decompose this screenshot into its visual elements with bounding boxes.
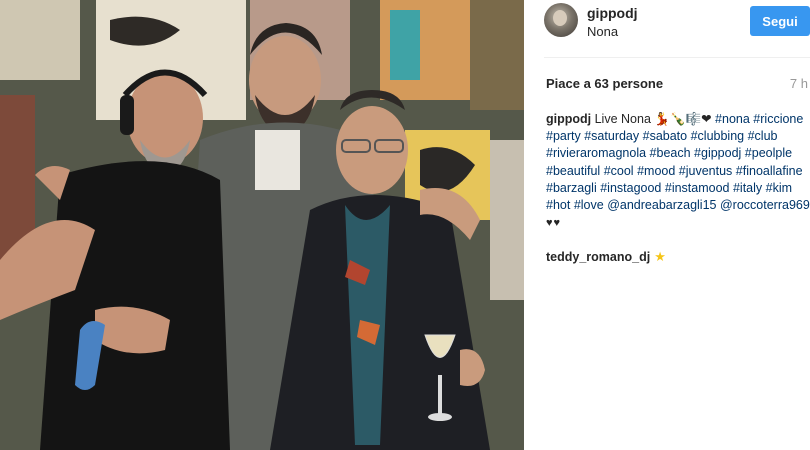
header-username[interactable]: gippodj <box>587 5 638 21</box>
post-time[interactable]: 7 h <box>790 76 808 91</box>
hashtag-link[interactable]: #finoallafine <box>736 164 803 178</box>
likes-count[interactable]: Piace a 63 persone <box>546 76 663 91</box>
hashtag-link[interactable]: #love <box>574 198 604 212</box>
header-divider <box>544 57 810 58</box>
hashtag-link[interactable]: #club <box>748 129 778 143</box>
hashtag-link[interactable]: #barzagli <box>546 181 597 195</box>
post-header: gippodj Nona Segui <box>524 0 810 50</box>
post-side-panel: gippodj Nona Segui Piace a 63 persone 7 … <box>524 0 810 450</box>
star-icon: ★ <box>654 249 666 264</box>
caption-tags: #nona #riccione #party #saturday #sabato… <box>546 112 810 212</box>
mention-link[interactable]: @roccoterra969 <box>720 198 810 212</box>
hashtag-link[interactable]: #sabato <box>643 129 687 143</box>
hashtag-link[interactable]: #mood <box>637 164 675 178</box>
comment: teddy_romano_dj ★ <box>546 249 666 265</box>
instagram-post: gippodj Nona Segui Piace a 63 persone 7 … <box>0 0 810 450</box>
hashtag-link[interactable]: #rivieraromagnola <box>546 146 646 160</box>
hashtag-link[interactable]: #peolple <box>745 146 792 160</box>
avatar[interactable] <box>544 3 578 37</box>
hashtag-link[interactable]: #beautiful <box>546 164 600 178</box>
comment-username[interactable]: teddy_romano_dj <box>546 250 650 264</box>
hashtag-link[interactable]: #hot <box>546 198 570 212</box>
hashtag-link[interactable]: #instagood <box>600 181 661 195</box>
hashtag-link[interactable]: #instamood <box>665 181 730 195</box>
hashtag-link[interactable]: #clubbing <box>691 129 745 143</box>
mention-link[interactable]: @andreabarzagli15 <box>607 198 716 212</box>
hashtag-link[interactable]: #saturday <box>584 129 639 143</box>
post-caption: gippodj Live Nona 💃🍾🎼❤ #nona #riccione #… <box>546 111 810 232</box>
hashtag-link[interactable]: #juventus <box>679 164 733 178</box>
header-location[interactable]: Nona <box>587 24 618 39</box>
hashtag-link[interactable]: #nona <box>715 112 750 126</box>
hashtag-link[interactable]: #party <box>546 129 581 143</box>
caption-text: Live Nona <box>594 112 651 126</box>
hashtag-link[interactable]: #kim <box>766 181 792 195</box>
hashtag-link[interactable]: #riccione <box>753 112 803 126</box>
post-photo[interactable] <box>0 0 524 450</box>
caption-emojis: 💃🍾🎼❤ <box>654 112 712 126</box>
caption-hearts: ♥♥ <box>546 217 562 230</box>
hashtag-link[interactable]: #beach <box>650 146 691 160</box>
caption-username[interactable]: gippodj <box>546 112 591 126</box>
hashtag-link[interactable]: #cool <box>604 164 634 178</box>
hashtag-link[interactable]: #gippodj <box>694 146 741 160</box>
post-photo-illustration <box>0 0 524 450</box>
hashtag-link[interactable]: #italy <box>733 181 762 195</box>
follow-button[interactable]: Segui <box>750 6 810 36</box>
